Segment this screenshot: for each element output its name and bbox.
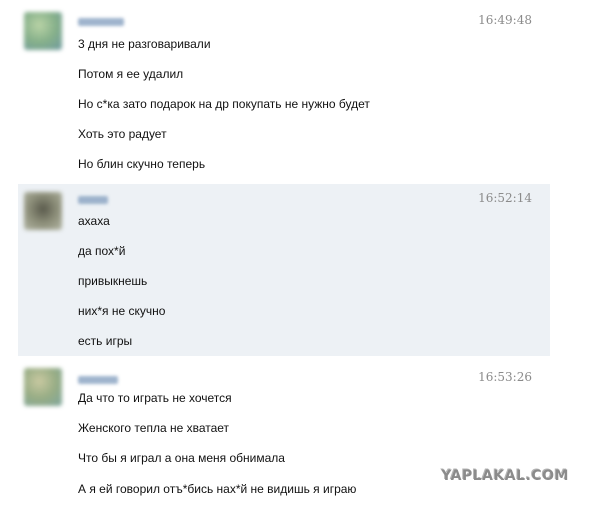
message-text: них*я не скучно: [78, 304, 166, 318]
site-watermark: YAPLAKAL.COM: [441, 468, 569, 484]
message-timestamp: 16:52:14: [478, 191, 532, 205]
message-group: 16:49:48 3 дня не разговаривали Потом я …: [18, 4, 550, 176]
sender-avatar[interactable]: [24, 192, 62, 230]
message-text: 3 дня не разговаривали: [78, 37, 211, 51]
message-text: Да что то играть не хочется: [78, 391, 232, 405]
message-text: есть игры: [78, 334, 133, 348]
sender-avatar[interactable]: [24, 368, 62, 406]
message-group-highlighted: 16:52:14 ахаха да пох*й привыкнешь них*я…: [18, 184, 550, 356]
message-text: да пох*й: [78, 244, 126, 258]
message-text: Но с*ка зато подарок на др покупать не н…: [78, 97, 370, 111]
message-text: привыкнешь: [78, 274, 148, 288]
message-text: А я ей говорил отъ*бись нах*й не видишь …: [78, 482, 357, 496]
message-text: ахаха: [78, 214, 110, 228]
message-text: Хоть это радует: [78, 127, 167, 141]
sender-name-blurred[interactable]: [78, 196, 108, 204]
message-text: Что бы я играл а она меня обнимала: [78, 451, 285, 465]
sender-name-blurred[interactable]: [78, 376, 118, 384]
sender-avatar[interactable]: [24, 12, 62, 50]
message-text: Потом я ее удалил: [78, 67, 184, 81]
message-timestamp: 16:53:26: [478, 370, 532, 384]
message-timestamp: 16:49:48: [478, 13, 532, 27]
message-text: Но блин скучно теперь: [78, 157, 206, 171]
message-text: Женского тепла не хватает: [78, 421, 230, 435]
sender-name-blurred[interactable]: [78, 18, 124, 26]
